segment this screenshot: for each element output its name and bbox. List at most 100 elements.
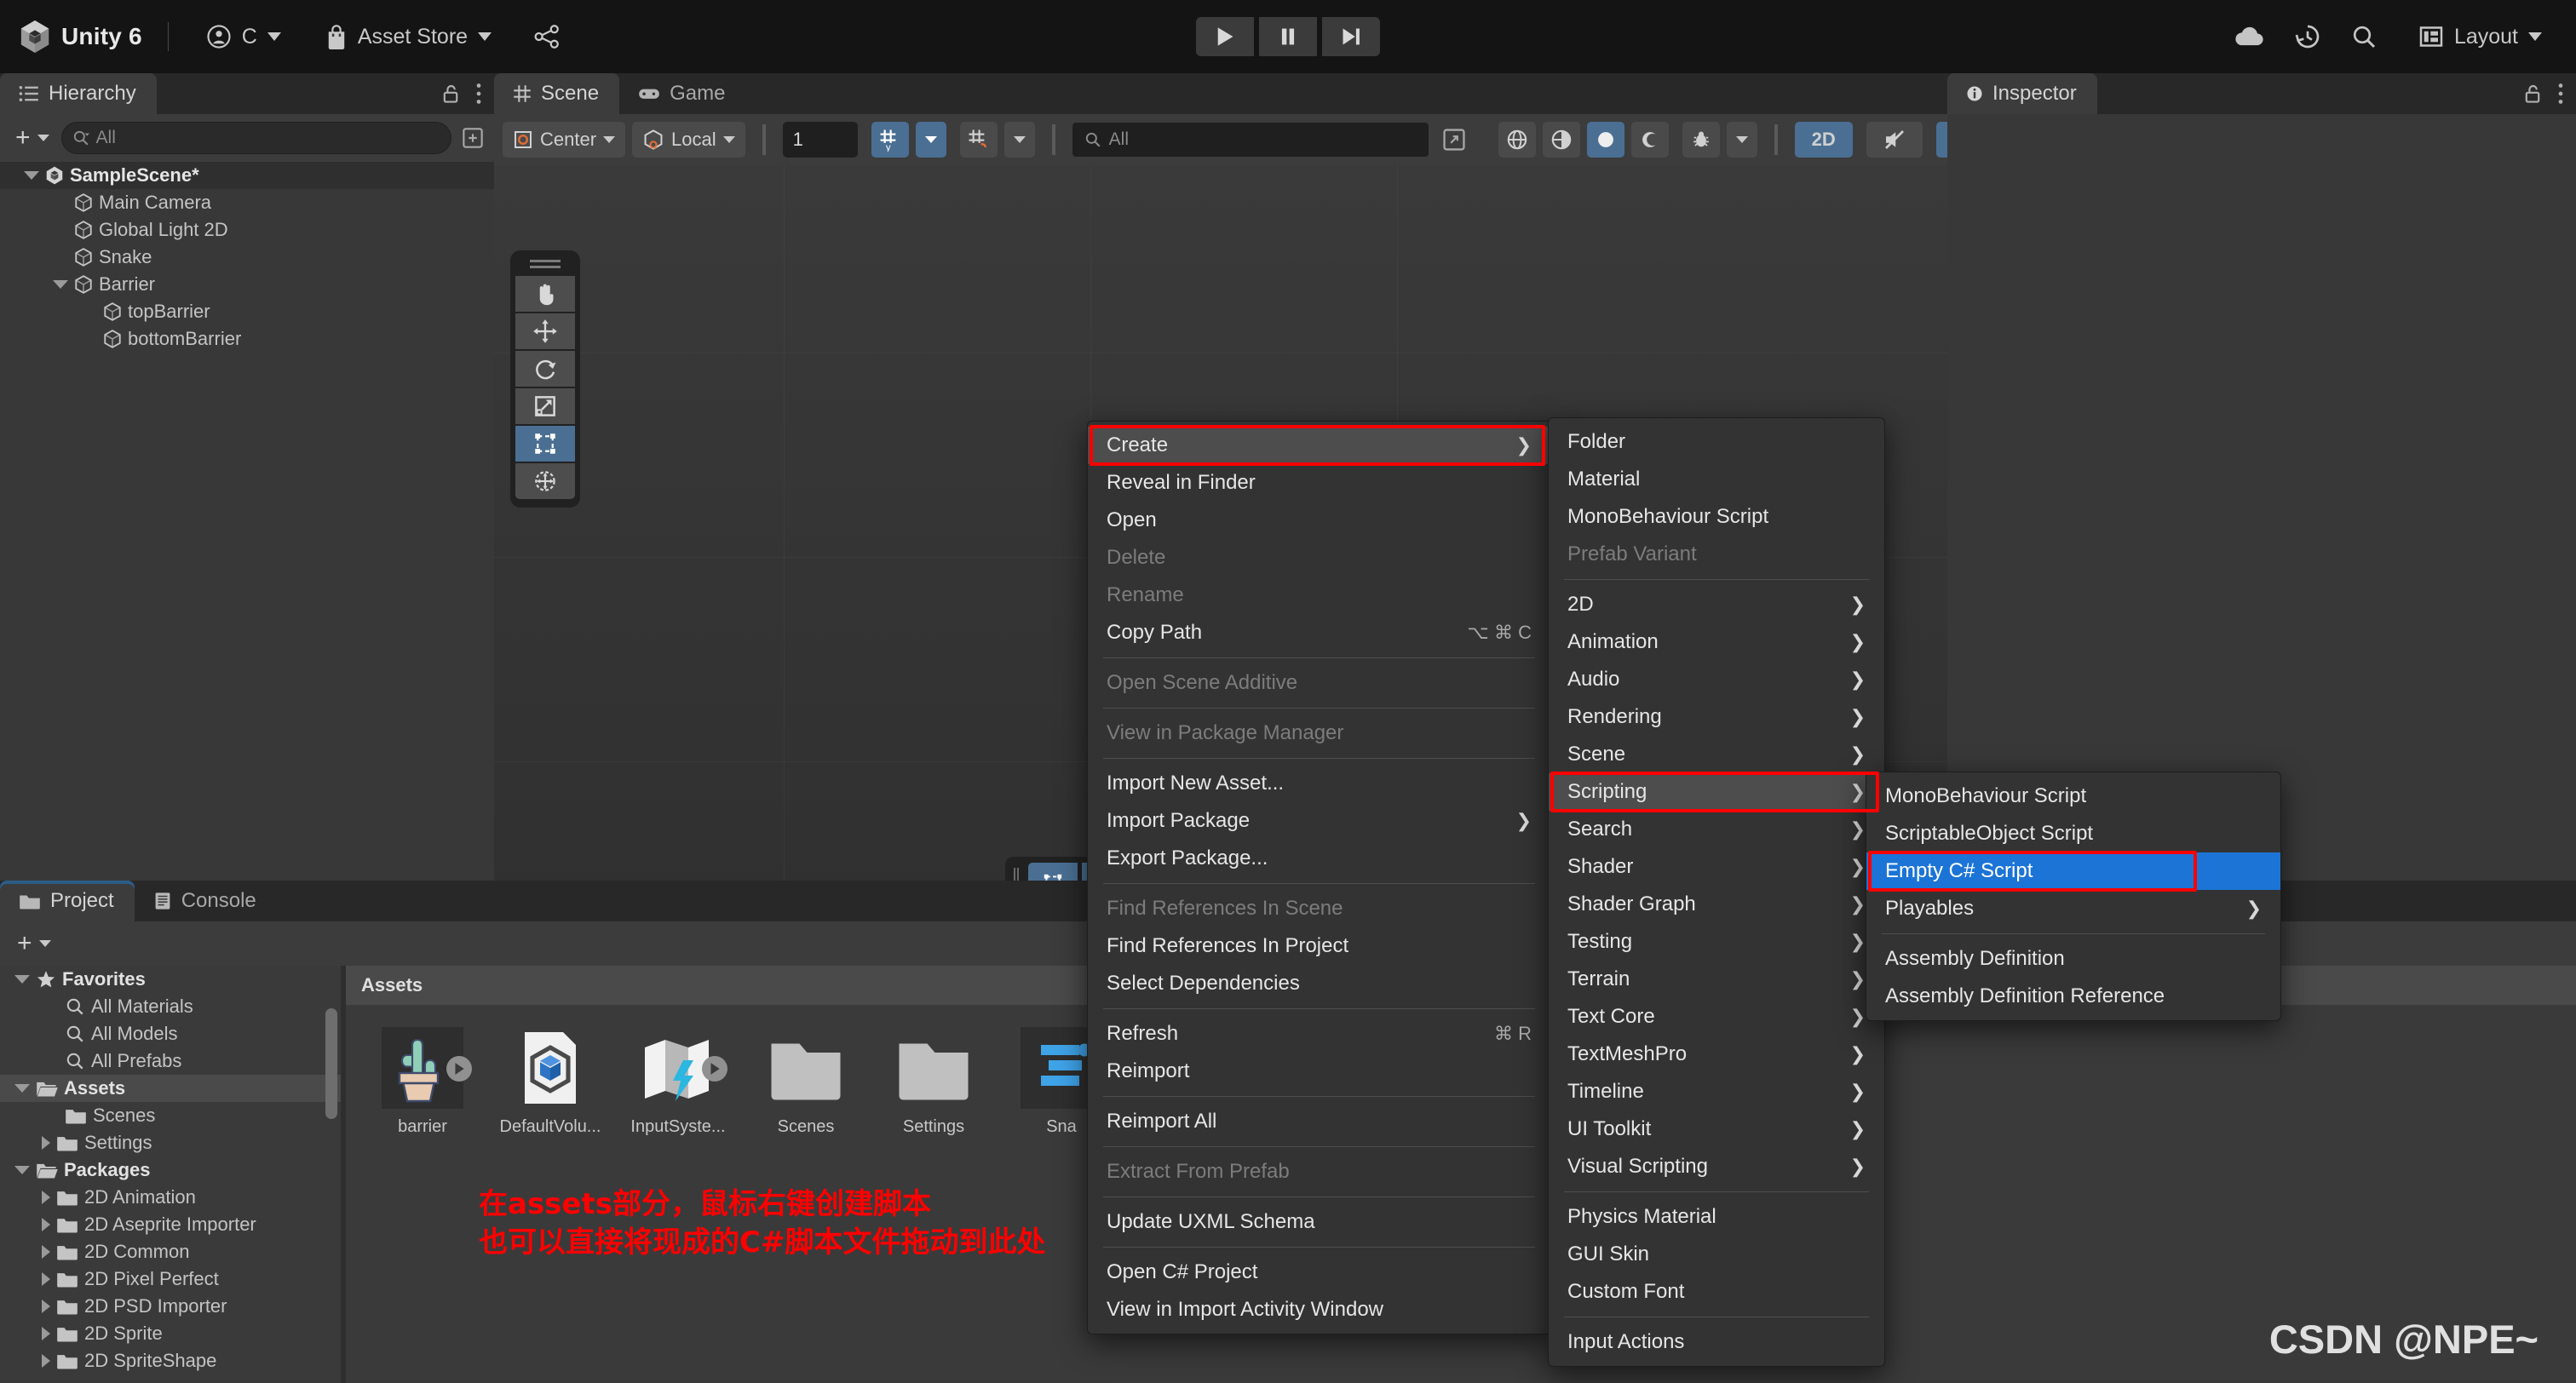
menu-item-monobehaviour-script[interactable]: MonoBehaviour Script [1549, 498, 1884, 536]
menu-item-text-core[interactable]: Text Core ❯ [1549, 998, 1884, 1036]
menu-item-ui-toolkit[interactable]: UI Toolkit ❯ [1549, 1110, 1884, 1148]
scale-tool-button[interactable] [515, 388, 575, 424]
project-item-2d-sprite[interactable]: 2D Sprite [0, 1320, 341, 1347]
asset-preview-play-icon[interactable] [702, 1056, 727, 1082]
hierarchy-item-samplescene[interactable]: SampleScene* [0, 162, 494, 189]
asset-store-button[interactable]: Asset Store [313, 17, 503, 56]
expand-toggle[interactable] [42, 1300, 50, 1313]
tab-game[interactable]: Game [619, 73, 746, 114]
menu-item-scripting[interactable]: Scripting ❯ [1549, 773, 1884, 811]
scripting-submenu[interactable]: MonoBehaviour Script ScriptableObject Scr… [1866, 772, 2281, 1021]
hierarchy-tree[interactable]: SampleScene* Main Camera Global Light 2D… [0, 162, 494, 881]
hierarchy-item-global-light-2d[interactable]: Global Light 2D [0, 216, 494, 244]
pause-button[interactable] [1259, 17, 1317, 56]
expand-toggle[interactable] [24, 171, 39, 180]
menu-item-timeline[interactable]: Timeline ❯ [1549, 1073, 1884, 1110]
menu-item-open[interactable]: Open [1088, 502, 1550, 539]
project-add-button[interactable]: + [12, 927, 56, 960]
menu-item-scriptableobject-script[interactable]: ScriptableObject Script [1866, 815, 2280, 852]
snap-increment-dropdown[interactable] [1003, 122, 1035, 158]
menu-item-reveal-in-finder[interactable]: Reveal in Finder [1088, 464, 1550, 502]
menu-item-reimport[interactable]: Reimport [1088, 1053, 1550, 1090]
tab-console[interactable]: Console [134, 881, 277, 921]
menu-item-shader-graph[interactable]: Shader Graph ❯ [1549, 886, 1884, 923]
scene-search-input[interactable]: All [1072, 123, 1429, 157]
expand-toggle[interactable] [42, 1327, 50, 1340]
menu-item-shader[interactable]: Shader ❯ [1549, 848, 1884, 886]
menu-item-animation[interactable]: Animation ❯ [1549, 623, 1884, 661]
hierarchy-item-snake[interactable]: Snake [0, 244, 494, 271]
cloud-button[interactable] [2233, 25, 2265, 49]
hierarchy-item-main-camera[interactable]: Main Camera [0, 189, 494, 216]
project-item-settings[interactable]: Settings [0, 1129, 341, 1156]
scene-view-shaded-wireframe-button[interactable] [1542, 122, 1580, 158]
layout-button[interactable]: Layout [2406, 17, 2554, 56]
create-submenu[interactable]: Folder Material MonoBehaviour Script Prefab… [1548, 417, 1885, 1367]
hierarchy-item-barrier[interactable]: Barrier [0, 271, 494, 298]
expand-toggle[interactable] [42, 1354, 50, 1368]
asset-cell[interactable]: Settings [879, 1024, 988, 1137]
kebab-menu-icon[interactable] [475, 83, 482, 105]
menu-item-find-references-in-project[interactable]: Find References In Project [1088, 927, 1550, 965]
tab-project[interactable]: Project [0, 881, 135, 921]
expand-toggle[interactable] [42, 1272, 50, 1286]
project-item-2d-spriteshape[interactable]: 2D SpriteShape [0, 1347, 341, 1374]
project-tree[interactable]: Favorites All Materials All Models All P… [0, 966, 341, 1383]
menu-item-search[interactable]: Search ❯ [1549, 811, 1884, 848]
expand-toggle[interactable] [42, 1191, 50, 1204]
scene-debug-dropdown[interactable] [1726, 122, 1757, 158]
history-button[interactable] [2294, 23, 2321, 50]
hand-tool-button[interactable] [515, 276, 575, 312]
menu-item-view-in-import-activity-window[interactable]: View in Import Activity Window [1088, 1291, 1550, 1328]
scene-lighting-button[interactable] [1586, 122, 1624, 158]
project-item-2d-psd-importer[interactable]: 2D PSD Importer [0, 1293, 341, 1320]
step-button[interactable] [1322, 17, 1380, 56]
menu-item-folder[interactable]: Folder [1549, 423, 1884, 461]
expand-toggle[interactable] [53, 280, 68, 289]
scene-audio-mute-button[interactable] [1866, 122, 1923, 158]
menu-item-select-dependencies[interactable]: Select Dependencies [1088, 965, 1550, 1002]
tab-inspector[interactable]: Inspector [1947, 73, 2097, 114]
asset-context-menu[interactable]: Create ❯ Reveal in Finder Open Delete Rename C… [1087, 421, 1551, 1334]
asset-cell[interactable]: DefaultVolu... [496, 1024, 605, 1137]
menu-item-testing[interactable]: Testing ❯ [1549, 923, 1884, 961]
scene-audio-button[interactable] [1630, 122, 1669, 158]
grid-snapping-dropdown[interactable] [915, 122, 946, 158]
menu-item-physics-material[interactable]: Physics Material [1549, 1198, 1884, 1236]
project-item-2d-pixel-perfect[interactable]: 2D Pixel Perfect [0, 1265, 341, 1293]
menu-item-custom-font[interactable]: Custom Font [1549, 1273, 1884, 1311]
hierarchy-search-options-icon[interactable] [462, 127, 484, 149]
expand-toggle[interactable] [14, 1084, 30, 1093]
rect-tool-button[interactable] [515, 426, 575, 462]
menu-item-playables[interactable]: Playables ❯ [1866, 890, 2280, 927]
project-item-all-models[interactable]: All Models [0, 1020, 341, 1047]
toggle-2d-button[interactable]: 2D [1794, 122, 1853, 158]
expand-toggle[interactable] [42, 1218, 50, 1231]
project-item-all-materials[interactable]: All Materials [0, 993, 341, 1020]
menu-item-create[interactable]: Create ❯ [1088, 427, 1550, 464]
menu-item-gui-skin[interactable]: GUI Skin [1549, 1236, 1884, 1273]
project-item-scenes[interactable]: Scenes [0, 1102, 341, 1129]
version-control-button[interactable] [520, 17, 573, 56]
expand-toggle[interactable] [14, 975, 30, 984]
transform-tool-button[interactable] [515, 463, 575, 499]
project-item-2d-aseprite-importer[interactable]: 2D Aseprite Importer [0, 1211, 341, 1238]
menu-item-export-package[interactable]: Export Package... [1088, 840, 1550, 877]
hierarchy-search-input[interactable]: All [60, 122, 451, 154]
hierarchy-item-bottombarrier[interactable]: bottomBarrier [0, 325, 494, 353]
grid-size-input[interactable]: 1 [782, 122, 858, 158]
expand-toggle[interactable] [42, 1136, 50, 1150]
hierarchy-add-button[interactable]: + [10, 122, 55, 154]
search-button[interactable] [2350, 23, 2378, 50]
pivot-mode-button[interactable]: Center [503, 122, 626, 158]
menu-item-monobehaviour-script[interactable]: MonoBehaviour Script [1866, 778, 2280, 815]
asset-cell[interactable]: barrier [368, 1024, 477, 1137]
project-item-2d-common[interactable]: 2D Common [0, 1238, 341, 1265]
menu-item-assembly-definition-reference[interactable]: Assembly Definition Reference [1866, 978, 2280, 1015]
tab-scene[interactable]: Scene [494, 73, 620, 114]
lock-open-icon[interactable] [441, 83, 460, 104]
project-item-packages[interactable]: Packages [0, 1156, 341, 1184]
scene-debug-button[interactable] [1682, 122, 1720, 158]
play-button[interactable] [1196, 17, 1254, 56]
kebab-menu-icon[interactable] [2557, 83, 2564, 105]
